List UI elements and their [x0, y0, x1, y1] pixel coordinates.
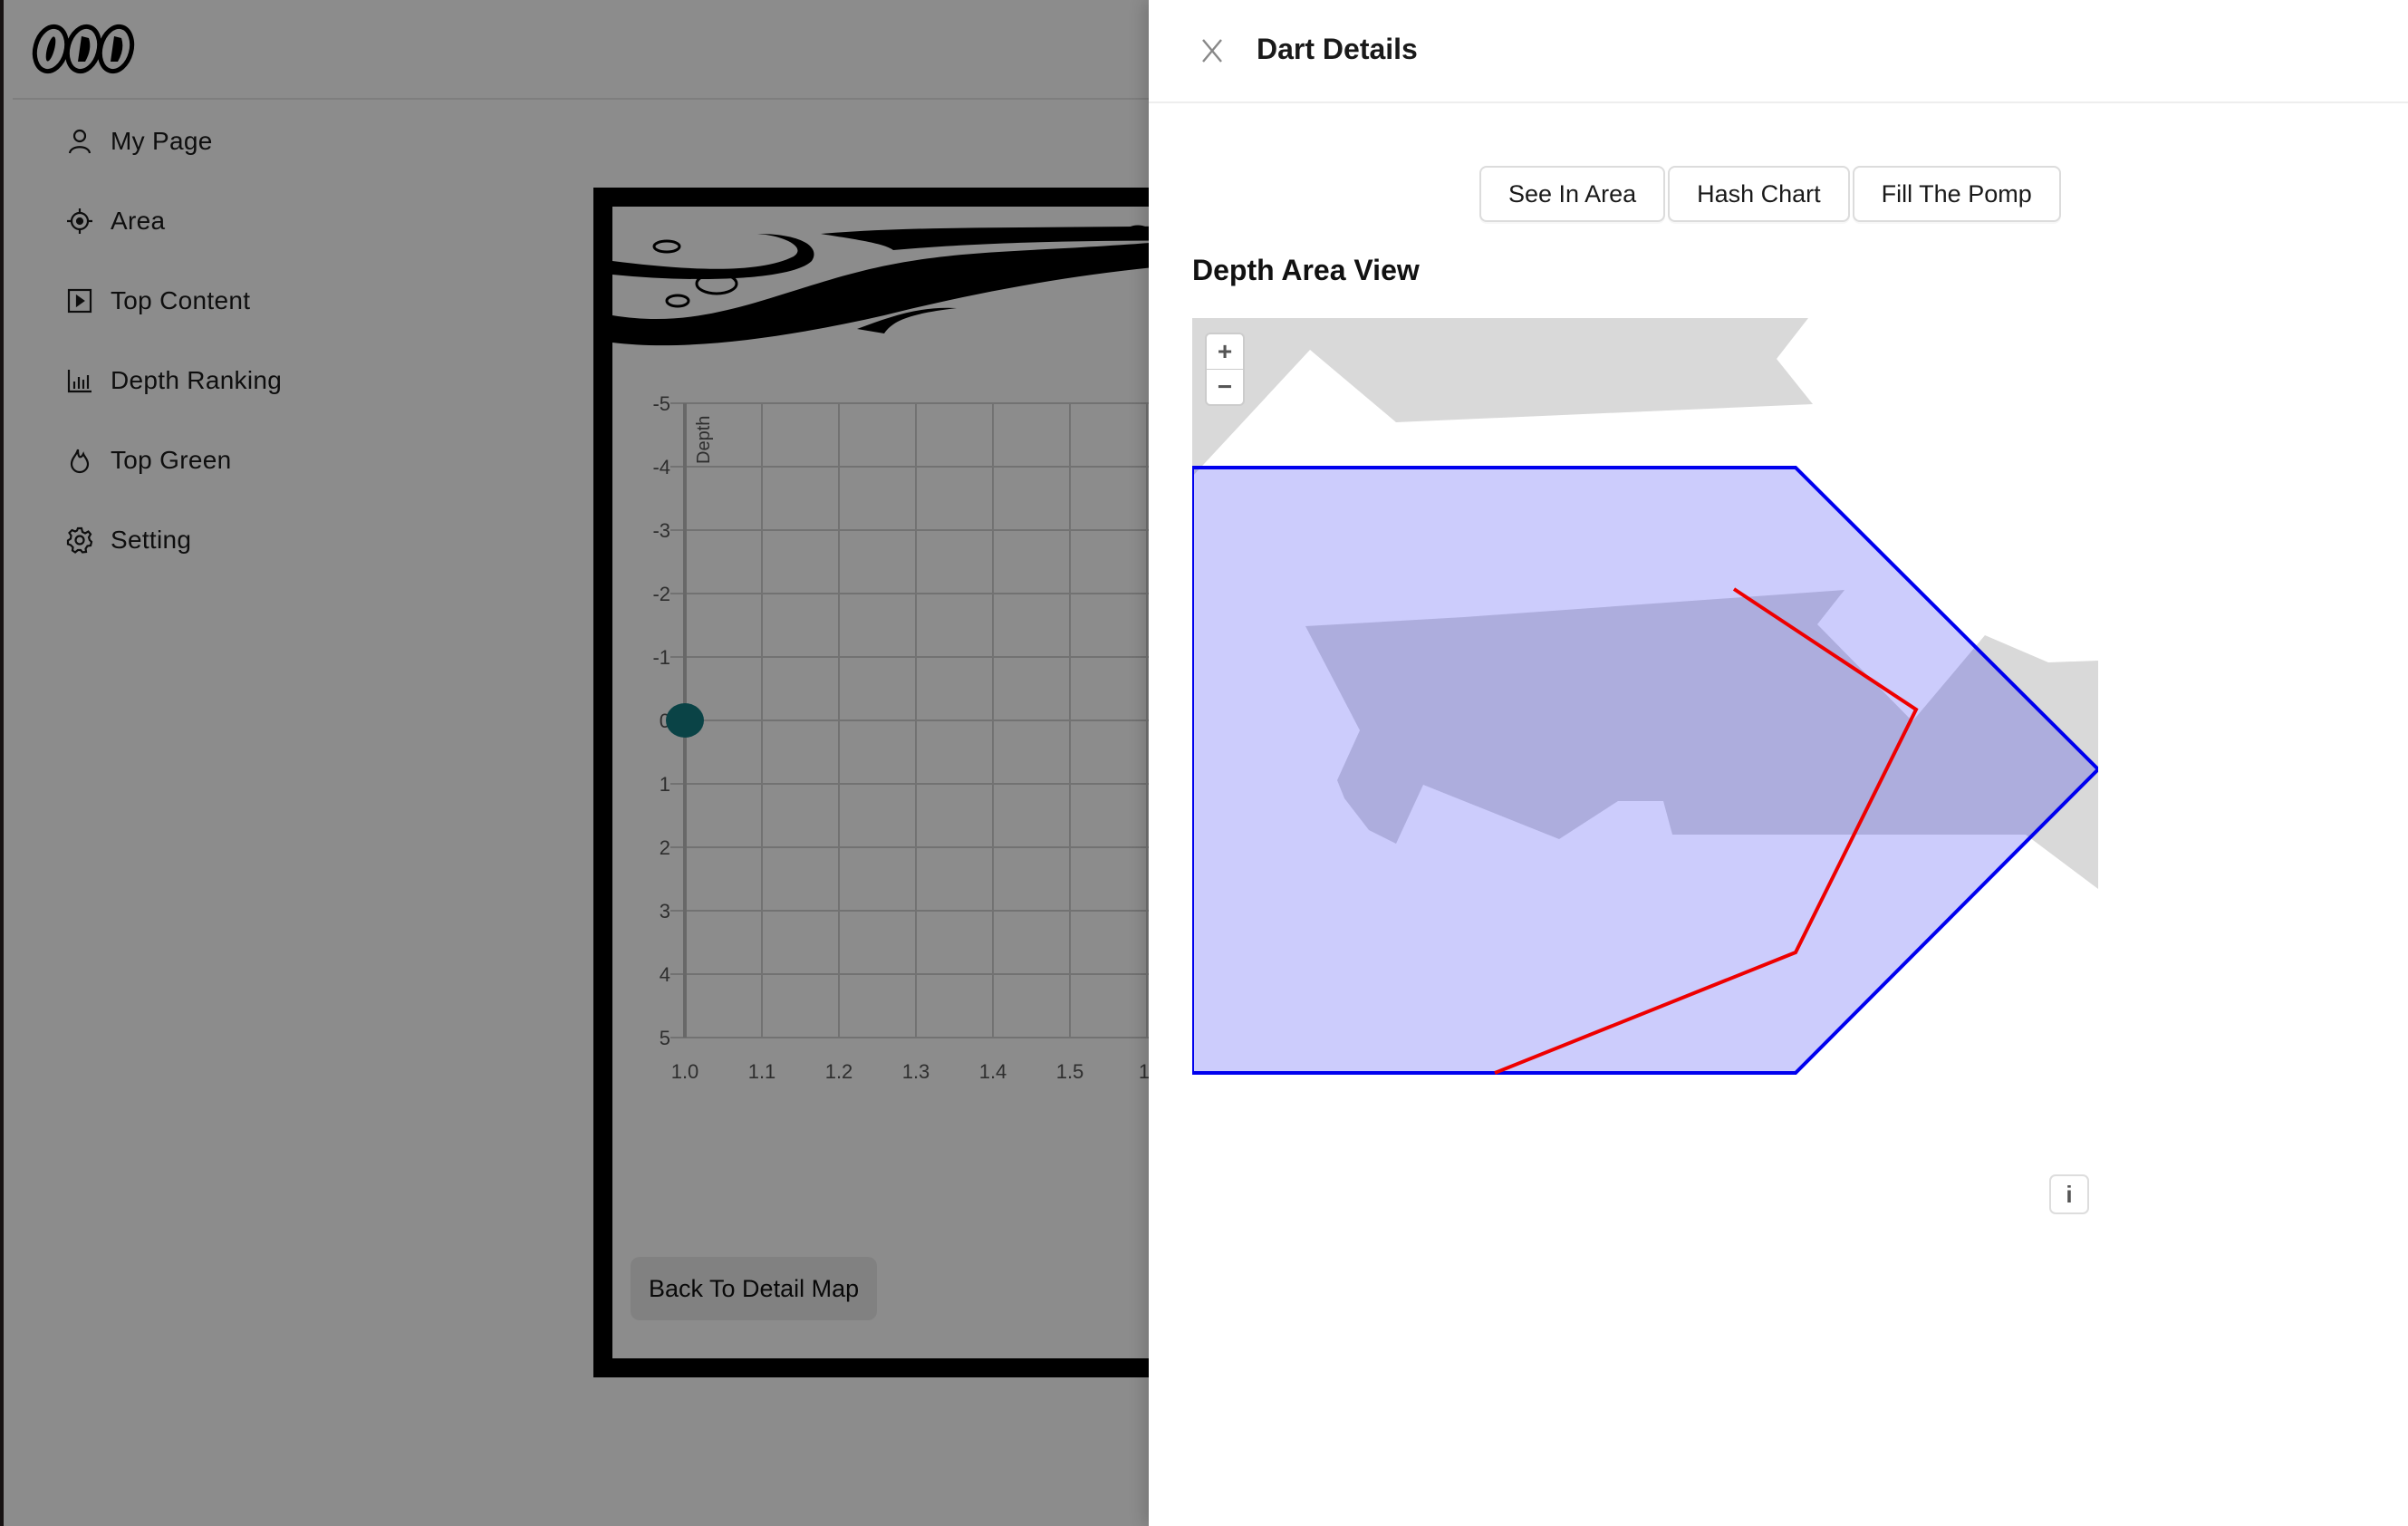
see-in-area-button[interactable]: See In Area	[1479, 166, 1666, 222]
drawer-title: Dart Details	[1257, 33, 1418, 65]
info-button[interactable]: i	[2049, 1174, 2089, 1214]
section-title: Depth Area View	[1192, 254, 1420, 286]
view-button-group: See In Area Hash Chart Fill The Pomp	[1479, 166, 2061, 222]
depth-area-map[interactable]: + −	[1192, 318, 2098, 1088]
land-shape	[1192, 318, 1813, 477]
hash-chart-button[interactable]: Hash Chart	[1668, 166, 1850, 222]
map-zoom-control: + −	[1205, 333, 1245, 406]
map-canvas	[1192, 318, 2098, 1075]
zoom-in-button[interactable]: +	[1207, 334, 1243, 369]
dart-details-drawer: Dart Details See In Area Hash Chart Fill…	[1149, 0, 2408, 1526]
area-polygon	[1192, 466, 2098, 1075]
close-icon[interactable]	[1196, 34, 1228, 67]
drawer-header: Dart Details	[1149, 0, 2408, 103]
zoom-out-button[interactable]: −	[1207, 369, 1243, 404]
fill-the-pomp-button[interactable]: Fill The Pomp	[1852, 166, 2061, 222]
